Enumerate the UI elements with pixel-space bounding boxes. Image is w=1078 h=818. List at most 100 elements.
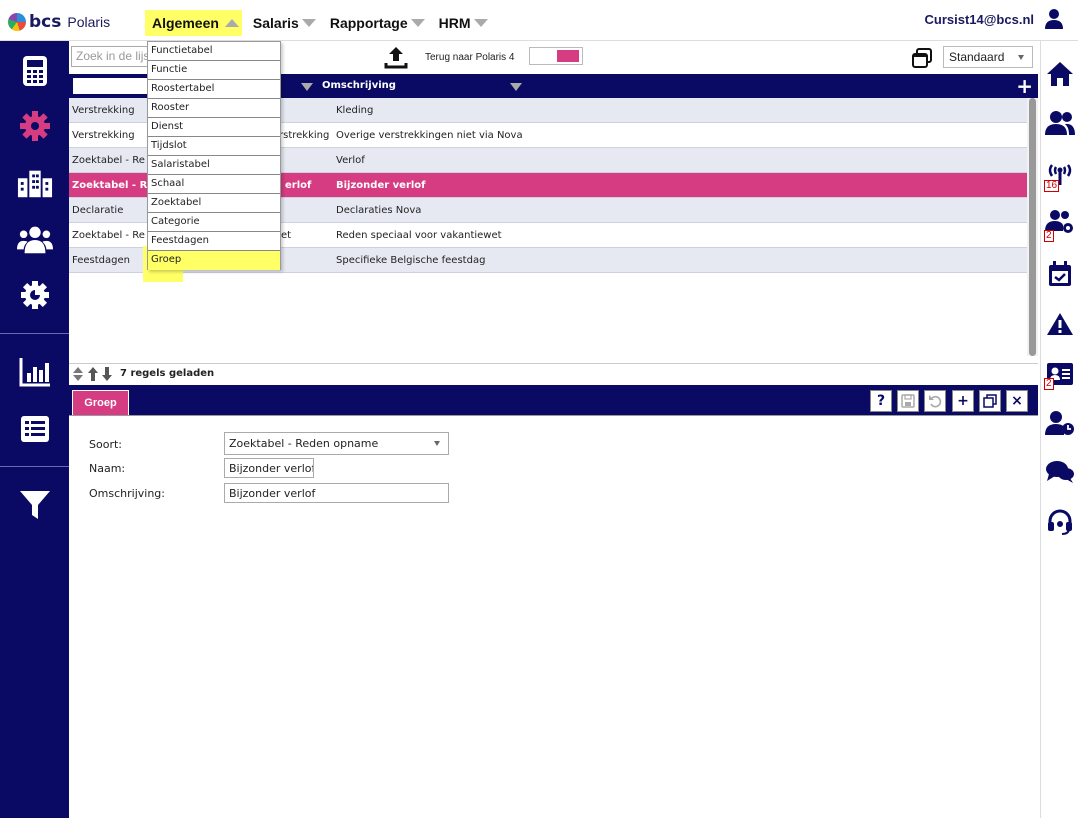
- copy-button[interactable]: [979, 390, 1001, 412]
- cell-naam: erlof: [285, 180, 312, 191]
- users-group-icon[interactable]: [17, 221, 53, 257]
- dropdown-item-salaristabel[interactable]: Salaristabel: [148, 156, 280, 175]
- window-restore-icon[interactable]: [911, 47, 933, 69]
- sort-updown-icon[interactable]: [72, 366, 84, 381]
- detail-header: Groep ? + ×: [69, 385, 1038, 415]
- cell-omschrijving: Bijzonder verlof: [336, 180, 426, 191]
- calendar-check-icon[interactable]: [1045, 259, 1075, 289]
- dropdown-item-schaal[interactable]: Schaal: [148, 175, 280, 194]
- top-bar: bcs Polaris Algemeen Salaris Rapportage …: [0, 0, 1078, 41]
- undo-button[interactable]: [924, 390, 946, 412]
- sort-arrow-icon[interactable]: [301, 83, 313, 91]
- sidebar-divider: [0, 466, 69, 467]
- left-sidebar: [0, 41, 69, 818]
- dropdown-item-feestdagen[interactable]: Feestdagen: [148, 232, 280, 251]
- cell-soort: Zoektabel - Re: [72, 180, 155, 191]
- add-button-label: +: [957, 393, 969, 409]
- omschrijving-label: Omschrijving:: [89, 487, 165, 500]
- users-settings-badge: 2: [1044, 230, 1054, 242]
- arrow-up-icon[interactable]: [87, 366, 99, 381]
- user-icon: [1045, 9, 1063, 29]
- signal-badge: 16: [1044, 180, 1060, 192]
- soort-select[interactable]: Zoektabel - Reden opname: [224, 432, 449, 455]
- users-icon[interactable]: [1045, 108, 1075, 138]
- scroll-thumb[interactable]: [1029, 98, 1036, 356]
- headset-support-icon[interactable]: [1045, 507, 1075, 537]
- chevron-down-icon: [301, 19, 316, 27]
- save-button[interactable]: [897, 390, 919, 412]
- chevron-down-icon: [473, 19, 488, 27]
- cell-soort: Feestdagen: [72, 255, 130, 266]
- menu-algemeen[interactable]: Algemeen: [145, 10, 242, 36]
- chat-icon[interactable]: [1045, 457, 1075, 487]
- omschrijving-field[interactable]: Bijzonder verlof: [224, 483, 449, 503]
- view-select-value: Standaard: [949, 50, 1005, 64]
- cell-omschrijving: Overige verstrekkingen niet via Nova: [336, 130, 523, 141]
- logo-brand: bcs: [29, 12, 62, 32]
- dropdown-item-rooster[interactable]: Rooster: [148, 99, 280, 118]
- tab-groep[interactable]: Groep: [72, 390, 129, 415]
- menu-rapportage[interactable]: Rapportage: [327, 10, 428, 36]
- cell-omschrijving: Reden speciaal voor vakantiewet: [336, 230, 502, 241]
- soort-label: Soort:: [89, 438, 122, 451]
- dropdown-item-zoektabel[interactable]: Zoektabel: [148, 194, 280, 213]
- dropdown-item-categorie[interactable]: Categorie: [148, 213, 280, 232]
- polaris4-toggle[interactable]: [529, 47, 583, 65]
- add-row-button[interactable]: +: [1016, 76, 1033, 96]
- menu-hrm[interactable]: HRM: [436, 10, 491, 36]
- dropdown-item-functietabel[interactable]: Functietabel: [148, 42, 280, 61]
- close-icon: ×: [1011, 393, 1023, 409]
- main-menu: Algemeen Salaris Rapportage HRM: [145, 10, 499, 36]
- menu-algemeen-label: Algemeen: [152, 15, 219, 31]
- add-button[interactable]: +: [952, 390, 974, 412]
- logo[interactable]: bcs Polaris: [8, 12, 110, 32]
- list-icon[interactable]: [17, 411, 53, 447]
- logo-mark-icon: [8, 13, 26, 31]
- calculator-icon[interactable]: [17, 53, 53, 89]
- user-name: Cursist14@bcs.nl: [924, 11, 1035, 27]
- grid-scrollbar[interactable]: [1027, 98, 1038, 356]
- gear-cog-icon[interactable]: [17, 277, 53, 313]
- warning-icon[interactable]: [1045, 309, 1075, 339]
- chevron-down-icon: [410, 19, 425, 27]
- naam-field[interactable]: Bijzonder verlof: [224, 458, 314, 478]
- dropdown-item-tijdslot[interactable]: Tijdslot: [148, 137, 280, 156]
- detail-form: Soort: Zoektabel - Reden opname Naam: Bi…: [69, 415, 1038, 818]
- sort-arrow-icon[interactable]: [510, 83, 522, 91]
- user-menu[interactable]: Cursist14@bcs.nl: [925, 8, 1065, 30]
- right-sidebar: 16 2 2: [1040, 41, 1078, 818]
- caret-down-icon: [434, 441, 440, 446]
- dropdown-item-dienst[interactable]: Dienst: [148, 118, 280, 137]
- dropdown-item-groep[interactable]: Groep: [148, 251, 280, 270]
- cell-soort: Zoektabel - Re: [72, 155, 145, 166]
- user-clock-icon[interactable]: [1045, 408, 1075, 438]
- cell-omschrijving: Specifieke Belgische feestdag: [336, 255, 486, 266]
- buildings-icon[interactable]: [17, 165, 53, 201]
- menu-salaris[interactable]: Salaris: [250, 10, 319, 36]
- close-button[interactable]: ×: [1006, 390, 1028, 412]
- dropdown-item-roostertabel[interactable]: Roostertabel: [148, 80, 280, 99]
- help-button[interactable]: ?: [870, 390, 892, 412]
- copy-icon: [983, 394, 997, 408]
- arrow-down-icon[interactable]: [101, 366, 113, 381]
- cell-soort: Verstrekking: [72, 130, 135, 141]
- upload-icon[interactable]: [384, 45, 408, 69]
- dropdown-item-functie[interactable]: Functie: [148, 61, 280, 80]
- undo-icon: [929, 395, 942, 408]
- view-select[interactable]: Standaard: [943, 46, 1033, 68]
- bar-chart-icon[interactable]: [17, 354, 53, 390]
- home-icon[interactable]: [1045, 59, 1075, 89]
- column-header-omschrijving[interactable]: Omschrijving: [322, 80, 396, 91]
- menu-rapportage-label: Rapportage: [329, 15, 408, 31]
- cell-omschrijving: Verlof: [336, 155, 365, 166]
- toggle-knob: [557, 50, 579, 62]
- rows-loaded-label: 7 regels geladen: [120, 368, 215, 379]
- filter-icon[interactable]: [17, 487, 53, 523]
- cell-omschrijving: Kleding: [336, 105, 374, 116]
- search-input[interactable]: Zoek in de lijst: [71, 46, 149, 67]
- settings-gear-icon[interactable]: [17, 108, 53, 144]
- soort-select-value: Zoektabel - Reden opname: [229, 437, 379, 450]
- contact-card-badge: 2: [1044, 378, 1054, 390]
- naam-label: Naam:: [89, 462, 126, 475]
- sidebar-divider: [0, 333, 69, 334]
